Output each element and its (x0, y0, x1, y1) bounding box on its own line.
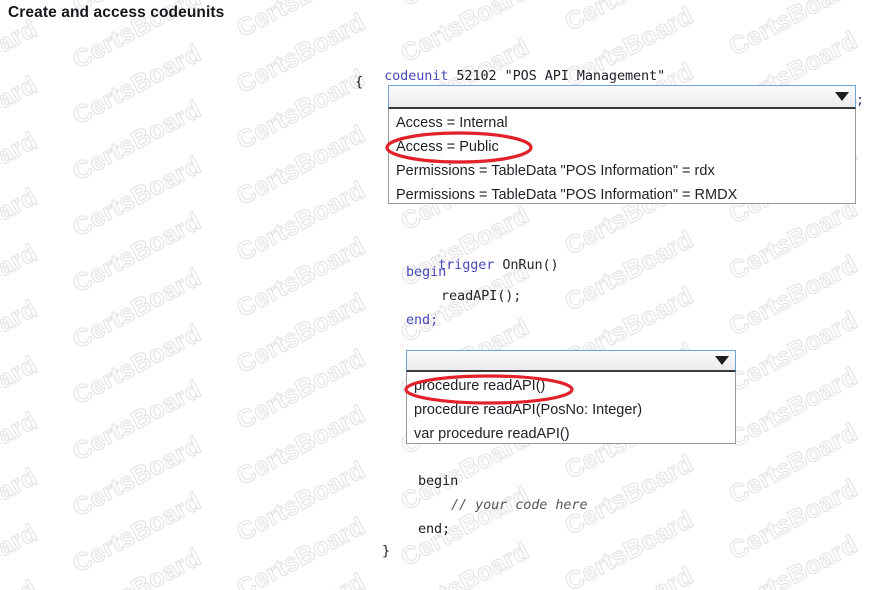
keyword-codeunit: codeunit (384, 68, 448, 84)
codeunit-id: 52102 (456, 68, 496, 84)
list-item[interactable]: var procedure readAPI() (407, 422, 735, 446)
code-line-procedure-end: end; (418, 521, 450, 537)
code-line-procedure-begin: begin (418, 473, 458, 489)
code-line-trigger-end: end; (406, 312, 438, 328)
list-item[interactable]: Permissions = TableData "POS Information… (389, 183, 855, 207)
trigger-name: OnRun() (502, 257, 558, 273)
procedure-dropdown[interactable]: procedure readAPI() procedure readAPI(Po… (406, 350, 736, 444)
procedure-dropdown-header[interactable] (406, 350, 736, 372)
list-item[interactable]: Access = Public (389, 135, 855, 159)
list-item[interactable]: Permissions = TableData "POS Information… (389, 159, 855, 183)
list-item[interactable]: procedure readAPI(PosNo: Integer) (407, 398, 735, 422)
codeunit-name: "POS API Management" (505, 68, 666, 84)
chevron-down-icon[interactable] (829, 92, 855, 101)
list-item[interactable]: Access = Internal (389, 111, 855, 135)
chevron-down-icon[interactable] (709, 356, 735, 365)
code-line-comment: // your code here (451, 497, 587, 513)
property-dropdown-list[interactable]: Access = Internal Access = Public Permis… (388, 109, 856, 204)
code-line-open-brace: { (355, 74, 363, 90)
procedure-dropdown-list[interactable]: procedure readAPI() procedure readAPI(Po… (406, 372, 736, 444)
property-dropdown[interactable]: Access = Internal Access = Public Permis… (388, 85, 856, 204)
page-title: Create and access codeunits (8, 4, 224, 22)
code-line-close-brace: } (382, 543, 390, 559)
keyword-trigger: trigger (438, 257, 494, 273)
code-semicolon: ; (856, 92, 864, 108)
property-dropdown-header[interactable] (388, 85, 856, 109)
code-line-readapi-call: readAPI(); (441, 288, 521, 304)
code-line-trigger-begin: begin (406, 264, 446, 280)
list-item[interactable]: procedure readAPI() (407, 374, 735, 398)
